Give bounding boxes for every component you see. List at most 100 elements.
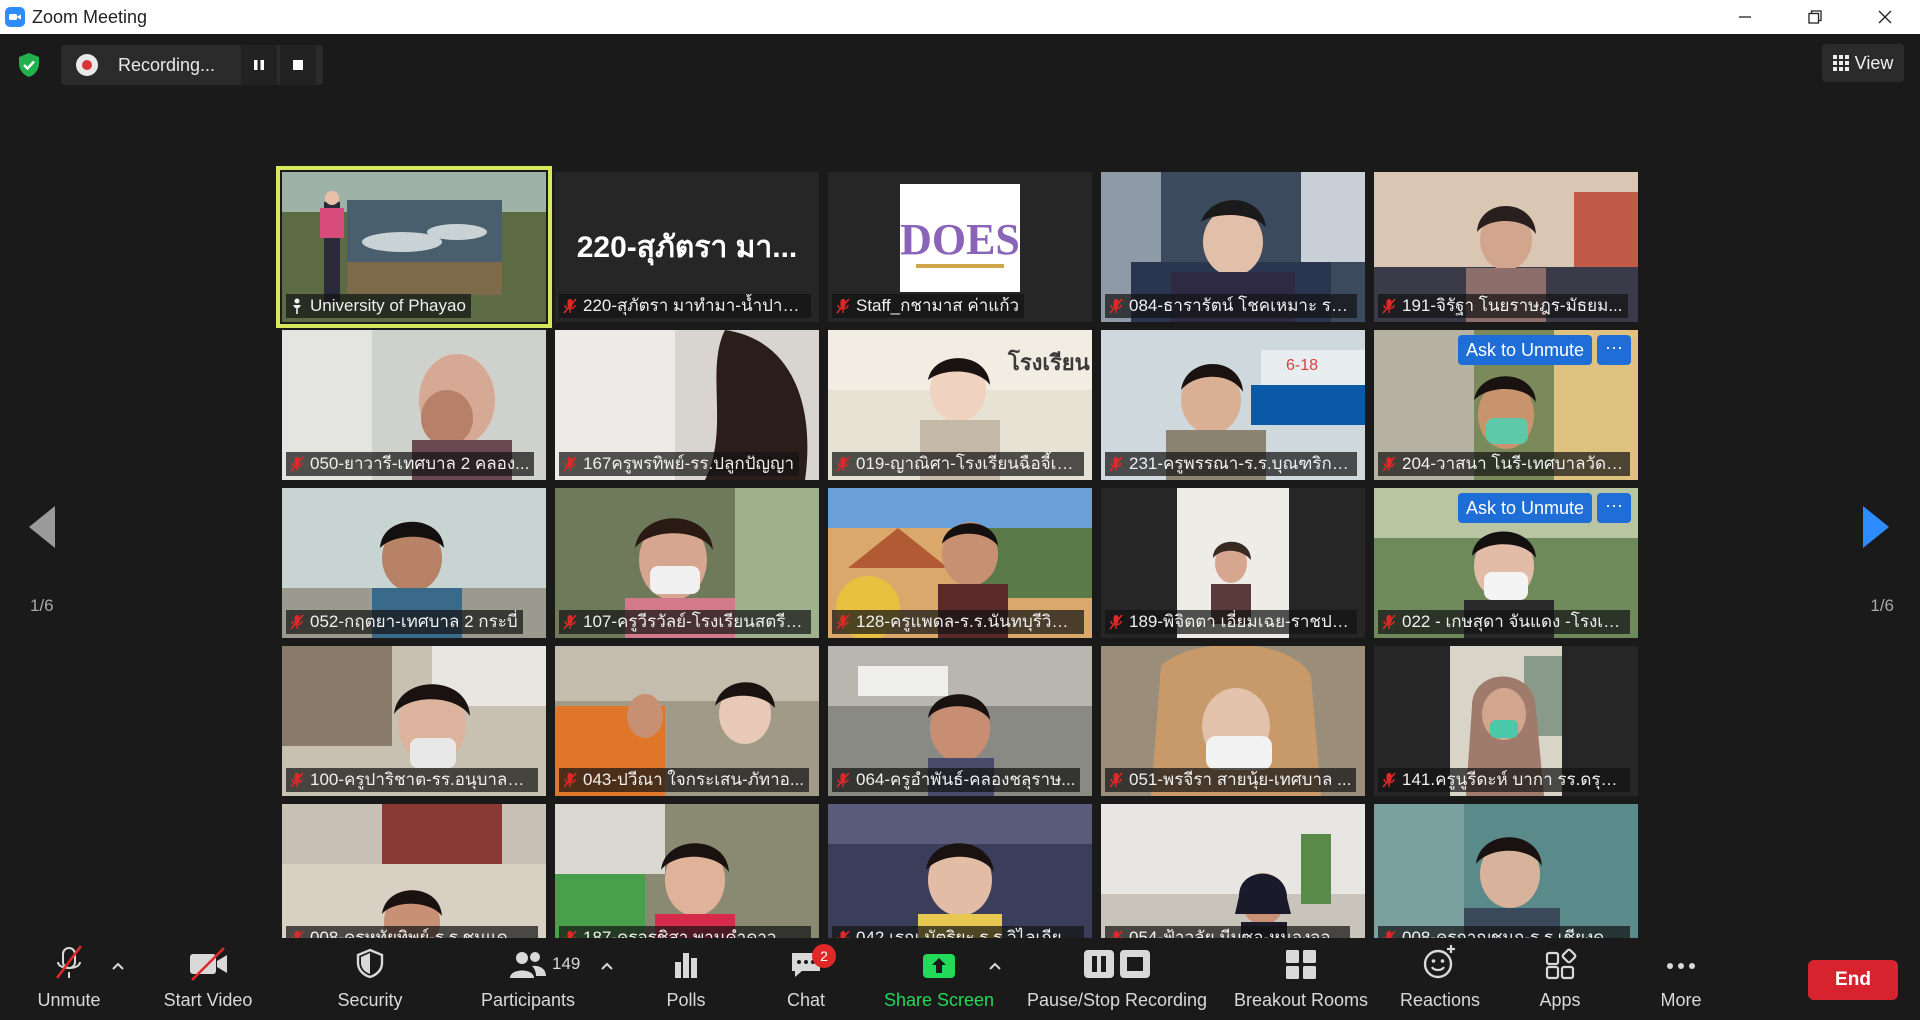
tile-more-options-button[interactable]: ··· <box>1597 335 1631 365</box>
participant-video-tile[interactable]: 008-ครูกาญชนก-ร.ร.เชียงดา... <box>1374 804 1638 954</box>
muted-microphone-icon <box>563 614 577 630</box>
participant-video-tile[interactable]: 042 เรณู บัตริยะ ร.ร.วิไลเกียร... <box>828 804 1092 954</box>
participant-video-tile[interactable]: 167ครูพรทิพย์-รร.ปลูกปัญญา <box>555 330 819 480</box>
polls-button[interactable]: Polls <box>656 938 716 1020</box>
participant-name-tag: Staff_กชามาส ค่าแก้ว <box>832 294 1025 318</box>
more-button[interactable]: More <box>1656 938 1706 1020</box>
previous-page-arrow-icon[interactable] <box>25 504 59 550</box>
participant-video-tile[interactable]: 008-ครูหทัยทิพย์-ร.ร.ชนแดน... <box>282 804 546 954</box>
tile-more-options-button[interactable]: ··· <box>1597 493 1631 523</box>
view-label: View <box>1854 52 1894 73</box>
ask-to-unmute-button[interactable]: Ask to Unmute <box>1457 493 1592 523</box>
spotlight-pin-icon <box>293 298 301 314</box>
breakout-rooms-label: Breakout Rooms <box>1233 990 1369 1010</box>
svg-text:6-18: 6-18 <box>1286 357 1318 374</box>
stop-icon <box>293 60 303 70</box>
restore-button[interactable] <box>1780 0 1850 34</box>
participant-name: 043-ปวีณา ใจกระเสน-ภัทาอ... <box>583 770 805 789</box>
participant-video-tile[interactable]: 107-ครูวีรวัลย์-โรงเรียนสตรีน... <box>555 488 819 638</box>
svg-text:DOES: DOES <box>900 215 1020 264</box>
participant-video-tile[interactable]: 187-ครูอรชิสา พานคำดาว โร... <box>555 804 819 954</box>
reactions-label: Reactions <box>1399 990 1481 1010</box>
security-button[interactable]: Security <box>332 938 408 1020</box>
minimize-button[interactable] <box>1710 0 1780 34</box>
muted-microphone-icon <box>563 456 577 472</box>
stop-recording-button[interactable] <box>280 45 316 85</box>
ask-to-unmute-button[interactable]: Ask to Unmute <box>1457 335 1592 365</box>
participant-video-tile[interactable]: โรงเรียน 019-ญาณิศา-โรงเรียนฉือจี้เชี... <box>828 330 1092 480</box>
participant-name-tag: 084-ธารารัตน์ โชคเหมาะ รร.... <box>1105 294 1357 318</box>
participant-video-tile[interactable]: Ask to Unmute ··· 204-วาสนา โนรี-เทศบาลวัด… <box>1374 330 1638 480</box>
participant-video-tile[interactable]: 050-ยาวารี-เทศบาล 2 คลอง... <box>282 330 546 480</box>
participants-options-chevron-icon[interactable] <box>599 960 615 972</box>
start-video-button[interactable]: Start Video <box>158 938 258 1020</box>
share-screen-arrow-icon <box>923 954 955 978</box>
breakout-rooms-button[interactable]: Breakout Rooms <box>1232 938 1370 1020</box>
participants-count: 149 <box>552 954 581 973</box>
video-off-icon <box>190 947 227 981</box>
participant-name: 231-ครูพรรณา-ร.ร.บุณฑริกวิ... <box>1129 454 1352 473</box>
audio-options-chevron-icon[interactable] <box>110 960 126 972</box>
pause-recording-button[interactable] <box>241 45 277 85</box>
participant-name-tag: 167ครูพรทิพย์-รร.ปลูกปัญญา <box>559 452 800 476</box>
share-options-chevron-icon[interactable] <box>987 960 1003 972</box>
participant-name: 189-พิจิตตา เอี่ยมเฉย-ราชปร... <box>1129 612 1352 631</box>
participant-video-tile[interactable]: 220-สุภัตรา มา... 220-สุภัตรา มาทำมา-น้ำป… <box>555 172 819 322</box>
muted-microphone-icon <box>1382 614 1396 630</box>
participant-name: 050-ยาวารี-เทศบาล 2 คลอง... <box>310 454 530 473</box>
more-label: More <box>1660 990 1702 1010</box>
video-gallery: University of Phayao 220-สุภัตรา มา... 220… <box>276 166 1638 954</box>
encryption-shield-icon[interactable] <box>14 50 44 80</box>
participant-video-tile[interactable]: 128-ครูแพดล-ร.ร.นันทบุรีวิทยา <box>828 488 1092 638</box>
unmute-button[interactable]: Unmute <box>30 938 108 1020</box>
participant-name-tag: 022 - เกษสุดา จันแดง -โรงเรี... <box>1378 610 1630 634</box>
participant-video-tile[interactable]: 6-18 231-ครูพรรณา-ร.ร.บุณฑริกวิ... <box>1101 330 1365 480</box>
participant-video-tile[interactable]: Ask to Unmute ··· 022 - เกษสุดา จันแดง -โร… <box>1374 488 1638 638</box>
participant-name-tag: 204-วาสนา โนรี-เทศบาลวัดไ... <box>1378 452 1630 476</box>
reactions-smiley-icon <box>1423 945 1455 979</box>
reactions-button[interactable]: Reactions <box>1398 938 1482 1020</box>
participant-video-tile[interactable]: 052-กฤตยา-เทศบาล 2 กระบี่ <box>282 488 546 638</box>
participant-display-name: 220-สุภัตรา มา... <box>576 231 798 264</box>
share-screen-label: Share Screen <box>883 990 995 1010</box>
security-shield-icon <box>356 948 384 979</box>
participant-video-tile[interactable]: DOES Staff_กชามาส ค่าแก้ว <box>828 172 1092 322</box>
meeting-stage: Recording... View 1/6 1/6 University of … <box>0 34 1920 954</box>
participant-video-tile[interactable]: 064-ครูอำพันธ์-คลองชลุราษ... <box>828 646 1092 796</box>
muted-microphone-icon <box>1109 772 1123 788</box>
end-meeting-button[interactable]: End <box>1808 960 1898 1000</box>
participant-video-tile[interactable]: University of Phayao <box>276 166 552 328</box>
participant-video-tile[interactable]: 054-ฟ้าวลัย มีมูซอ-หนองจอ... <box>1101 804 1365 954</box>
participant-video-tile[interactable]: 141.ครูนูรีดะห์ บากา รร.ดรุณ... <box>1374 646 1638 796</box>
participant-video-tile[interactable]: 189-พิจิตตา เอี่ยมเฉย-ราชปร... <box>1101 488 1365 638</box>
unmute-label: Unmute <box>37 990 101 1010</box>
close-button[interactable] <box>1850 0 1920 34</box>
view-button[interactable]: View <box>1822 44 1904 82</box>
next-page-arrow-icon[interactable] <box>1859 504 1893 550</box>
apps-button[interactable]: Apps <box>1532 938 1588 1020</box>
participant-video-tile[interactable]: 100-ครูปาริชาต-รร.อนุบาลราชก... <box>282 646 546 796</box>
pause-stop-recording-button[interactable]: Pause/Stop Recording <box>1024 938 1210 1020</box>
share-screen-button[interactable]: Share Screen <box>882 938 996 1020</box>
participant-video-tile[interactable]: 084-ธารารัตน์ โชคเหมาะ รร.... <box>1101 172 1365 322</box>
participant-video-tile[interactable]: 051-พรจีรา สายนุ้ย-เทศบาล ... <box>1101 646 1365 796</box>
participant-video-tile[interactable]: 191-จิรัฐา โนยราษฎร-มัธยม... <box>1374 172 1638 322</box>
security-label: Security <box>337 990 403 1010</box>
participant-name: 064-ครูอำพันธ์-คลองชลุราษ... <box>856 770 1076 789</box>
participant-name: 128-ครูแพดล-ร.ร.นันทบุรีวิทยา <box>856 612 1079 631</box>
apps-label: Apps <box>1539 990 1581 1010</box>
participant-name-tag: 220-สุภัตรา มาทำมา-น้ำปาด... <box>559 294 811 318</box>
participant-name-tag: 189-พิจิตตา เอี่ยมเฉย-ราชปร... <box>1105 610 1357 634</box>
participant-name: 019-ญาณิศา-โรงเรียนฉือจี้เชี... <box>856 454 1079 473</box>
participant-name-tag: 019-ญาณิศา-โรงเรียนฉือจี้เชี... <box>832 452 1084 476</box>
participant-name-tag: 043-ปวีณา ใจกระเสน-ภัทาอ... <box>559 768 810 792</box>
participant-video-tile[interactable]: 043-ปวีณา ใจกระเสน-ภัทาอ... <box>555 646 819 796</box>
muted-microphone-icon <box>290 772 304 788</box>
muted-microphone-icon <box>563 772 577 788</box>
pause-stop-recording-label: Pause/Stop Recording <box>1026 990 1208 1010</box>
muted-microphone-icon <box>55 945 83 979</box>
meeting-toolbar: Unmute Start Video Security Participants… <box>0 938 1920 1020</box>
participant-name: 052-กฤตยา-เทศบาล 2 กระบี่ <box>310 612 518 631</box>
participants-button[interactable]: Participants <box>478 938 578 1020</box>
participant-name-tag: 191-จิรัฐา โนยราษฎร-มัธยม... <box>1378 294 1628 318</box>
